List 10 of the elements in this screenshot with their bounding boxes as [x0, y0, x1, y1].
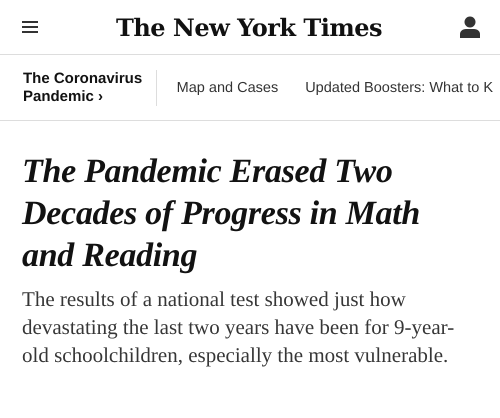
person-icon: [460, 16, 480, 38]
nav-link[interactable]: Map and Cases: [176, 80, 278, 96]
article-summary: The results of a national test showed just how devastating the last two years have been for 9-year-old schoolchildren, especially the most vulnerable.: [22, 286, 456, 369]
menu-button[interactable]: [22, 21, 38, 33]
menu-icon: [22, 21, 38, 33]
account-button[interactable]: [460, 16, 480, 38]
masthead-logo[interactable]: The New York Times: [116, 12, 382, 42]
nav-link[interactable]: Updated Boosters: What to K: [305, 80, 493, 96]
section-link[interactable]: The Coronavirus Pandemic ›: [23, 70, 157, 106]
article-headline: The Pandemic Erased Two Decades of Progress in Math and Reading: [22, 152, 422, 276]
